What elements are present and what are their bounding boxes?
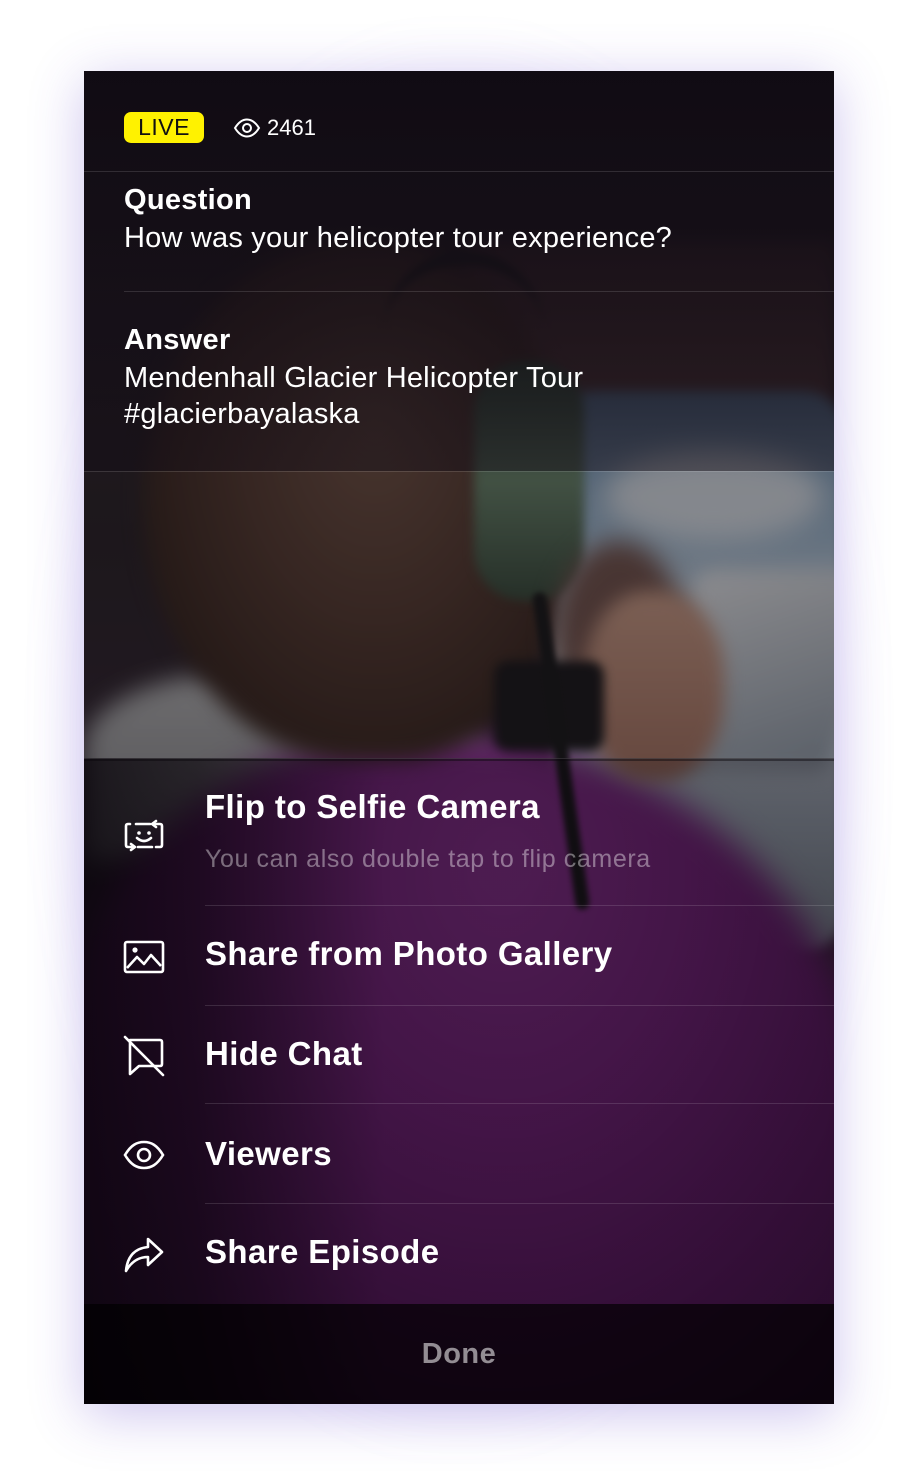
menu-item-subtitle: You can also double tap to flip camera xyxy=(205,845,651,873)
done-bar: Done xyxy=(84,1304,834,1404)
chat-off-icon xyxy=(123,1035,165,1077)
menu-item-label: Viewers xyxy=(205,1135,332,1172)
menu-item-label: Share Episode xyxy=(205,1233,440,1270)
done-button[interactable]: Done xyxy=(84,1304,834,1404)
divider xyxy=(84,471,834,472)
menu-item-label: Hide Chat xyxy=(205,1035,363,1072)
question-label: Question xyxy=(124,184,253,216)
divider xyxy=(84,171,834,172)
phone-screen: LIVE 2461 Question How was your helicopt… xyxy=(84,71,834,1404)
answer-text: Mendenhall Glacier Helicopter Tour #glac… xyxy=(124,362,584,430)
divider xyxy=(124,291,834,292)
viewer-count: 2461 xyxy=(233,112,316,143)
menu-item-photo-gallery[interactable]: Share from Photo Gallery xyxy=(84,906,834,1005)
flip-camera-icon xyxy=(124,819,164,852)
image-icon xyxy=(123,940,165,974)
answer-label: Answer xyxy=(124,324,231,356)
live-badge: LIVE xyxy=(124,112,204,143)
eye-icon xyxy=(233,117,261,138)
menu-item-viewers[interactable]: Viewers xyxy=(84,1104,834,1203)
menu-item-hide-chat[interactable]: Hide Chat xyxy=(84,1006,834,1103)
menu-item-label: Flip to Selfie Camera xyxy=(205,788,540,825)
viewer-count-value: 2461 xyxy=(267,114,316,140)
share-arrow-icon xyxy=(124,1237,164,1273)
eye-icon xyxy=(123,1140,165,1170)
question-text: How was your helicopter tour experience? xyxy=(124,222,672,254)
menu-item-share-episode[interactable]: Share Episode xyxy=(84,1204,834,1303)
menu-item-label: Share from Photo Gallery xyxy=(205,935,613,972)
menu-item-flip-camera[interactable]: Flip to Selfie Camera You can also doubl… xyxy=(84,759,834,905)
